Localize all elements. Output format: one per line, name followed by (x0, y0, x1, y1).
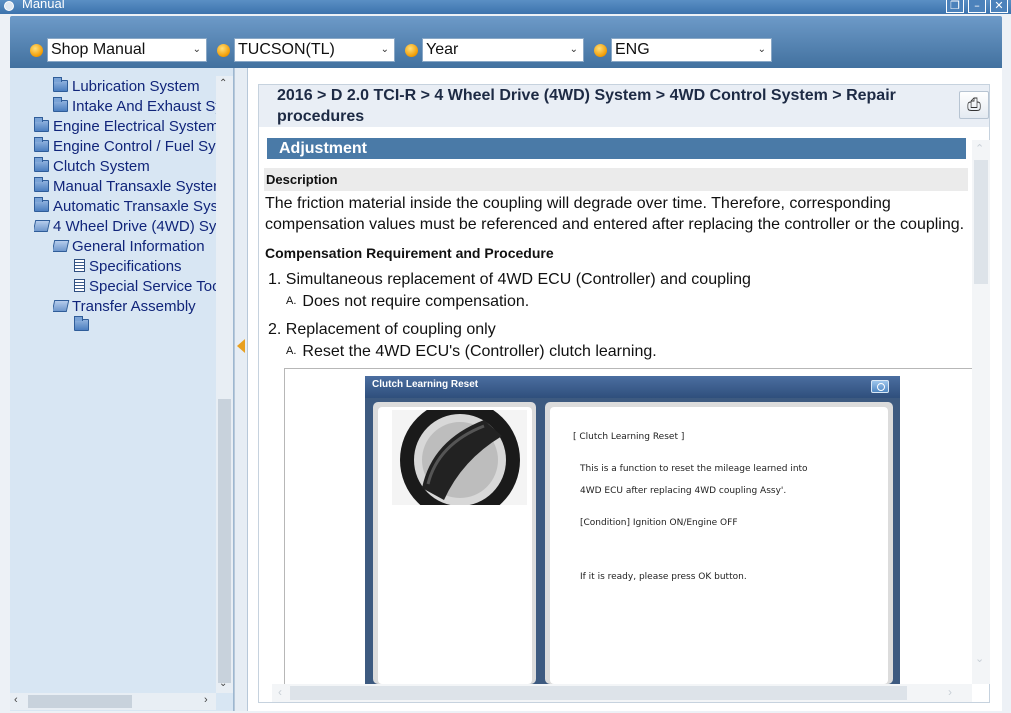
tree-item-automatic-transaxle[interactable]: Automatic Transaxle System (34, 197, 216, 217)
printer-icon: ⎙ (967, 95, 981, 114)
folder-icon (34, 177, 49, 192)
engine-select[interactable]: ENG ⌄ (611, 38, 772, 62)
document-icon (74, 259, 85, 272)
figure-window-title: Clutch Learning Reset (372, 379, 479, 390)
figure-heading: [ Clutch Learning Reset ] (573, 432, 685, 442)
figure-text-panel (545, 402, 893, 684)
scroll-up-icon[interactable]: ⌃ (975, 142, 984, 155)
app-icon (4, 1, 14, 11)
chevron-down-icon: ⌄ (192, 44, 201, 55)
figure-title-bar: Clutch Learning Reset (365, 376, 900, 398)
folder-icon (34, 137, 49, 152)
folder-open-icon (53, 240, 70, 252)
manual-type-value: Shop Manual (51, 41, 146, 58)
model-value: TUCSON(TL) (238, 41, 335, 58)
scroll-left-icon[interactable]: ‹ (278, 685, 282, 699)
collapse-arrow-icon[interactable] (237, 339, 245, 353)
substep-mark: A. (286, 345, 297, 357)
engine-value: ENG (615, 41, 650, 58)
restore-button[interactable]: ❐ (946, 0, 964, 13)
folder-icon (53, 77, 68, 92)
model-select[interactable]: TUCSON(TL) ⌄ (234, 38, 395, 62)
tree-horizontal-scrollbar[interactable]: ‹ › (10, 693, 216, 710)
step-2-substep: A. Reset the 4WD ECU's (Controller) clutc… (286, 343, 657, 361)
document-icon (74, 279, 85, 292)
procedure-heading: Compensation Requirement and Procedure (265, 245, 554, 261)
folder-icon (34, 157, 49, 172)
scroll-left-icon[interactable]: ‹ (14, 694, 18, 706)
minimize-button[interactable]: – (968, 0, 986, 13)
tree-hscroll-thumb[interactable] (28, 695, 132, 708)
tree-item-special-service-tools[interactable]: Special Service Tools (74, 277, 216, 297)
camera-icon (871, 380, 889, 393)
step-number: 1. (268, 271, 282, 288)
tree-item-general-information[interactable]: General Information (53, 237, 216, 257)
tree-item-engine-electrical[interactable]: Engine Electrical System (34, 117, 216, 137)
scroll-right-icon[interactable]: › (948, 685, 952, 699)
folder-open-icon (53, 300, 70, 312)
content-scroll-thumb[interactable] (974, 160, 988, 284)
breadcrumb-text: 2016 > D 2.0 TCI-R > 4 Wheel Drive (4WD)… (277, 87, 896, 125)
ignition-switch-photo (392, 410, 527, 505)
description-heading: Description (264, 168, 968, 191)
year-select[interactable]: Year ⌄ (422, 38, 584, 62)
tree-item-engine-control[interactable]: Engine Control / Fuel System (34, 137, 216, 157)
year-dot-icon (405, 44, 418, 57)
step-text: Simultaneous replacement of 4WD ECU (Con… (285, 271, 751, 288)
figure-line-1: This is a function to reset the mileage … (580, 464, 808, 474)
folder-icon (74, 316, 89, 331)
tree-item-unnamed-folder[interactable] (74, 316, 216, 336)
print-button[interactable]: ⎙ (959, 91, 989, 119)
section-title: Adjustment (279, 140, 367, 157)
scroll-right-icon[interactable]: › (204, 694, 208, 706)
folder-open-icon (34, 220, 51, 232)
substep-mark: A. (286, 295, 297, 307)
folder-icon (34, 117, 49, 132)
tree-item-manual-transaxle[interactable]: Manual Transaxle System (34, 177, 216, 197)
chevron-down-icon: ⌄ (380, 44, 389, 55)
substep-text: Reset the 4WD ECU's (Controller) clutch … (302, 343, 657, 360)
manual-type-select[interactable]: Shop Manual ⌄ (47, 38, 207, 62)
folder-icon (53, 97, 68, 112)
close-button[interactable]: ✕ (990, 0, 1008, 13)
step-number: 2. (268, 321, 282, 338)
year-value: Year (426, 41, 459, 58)
chevron-down-icon: ⌄ (757, 44, 766, 55)
tree-item-lubrication-system[interactable]: Lubrication System (53, 77, 216, 97)
scroll-up-icon[interactable]: ⌃ (219, 78, 227, 89)
manual-type-dot-icon (30, 44, 43, 57)
content-hscroll-thumb[interactable] (290, 686, 907, 700)
model-dot-icon (217, 44, 230, 57)
tree-item-transfer-assembly[interactable]: Transfer Assembly (53, 297, 216, 317)
engine-dot-icon (594, 44, 607, 57)
figure-prompt: If it is ready, please press OK button. (580, 572, 747, 582)
tree-item-specifications[interactable]: Specifications (74, 257, 216, 277)
substep-text: Does not require compensation. (302, 293, 530, 310)
breadcrumb: 2016 > D 2.0 TCI-R > 4 Wheel Drive (4WD)… (259, 85, 989, 127)
description-text: The friction material inside the couplin… (265, 195, 965, 233)
tree-item-intake-exhaust[interactable]: Intake And Exhaust System (53, 97, 216, 117)
window-title: Manual (22, 0, 65, 11)
step-1-substep: A. Does not require compensation. (286, 293, 529, 311)
section-header: Adjustment (267, 138, 966, 159)
diagnostic-screenshot-figure: Clutch Learning Reset [ Clutch Learning … (365, 376, 900, 684)
figure-line-2: 4WD ECU after replacing 4WD coupling Ass… (580, 486, 787, 496)
figure-condition: [Condition] Ignition ON/Engine OFF (580, 518, 738, 528)
tree-item-clutch-system[interactable]: Clutch System (34, 157, 216, 177)
tree-scroll-thumb[interactable] (218, 399, 231, 683)
panel-splitter[interactable] (234, 68, 248, 711)
scroll-down-icon[interactable]: ⌄ (975, 652, 984, 665)
content-horizontal-scrollbar[interactable]: ‹ › (272, 684, 972, 702)
content-vertical-scrollbar[interactable]: ⌃ ⌄ (972, 140, 990, 684)
step-text: Replacement of coupling only (285, 321, 496, 338)
folder-icon (34, 197, 49, 212)
window-title-bar: Manual ❐ – ✕ (0, 0, 1011, 14)
scroll-down-icon[interactable]: ⌄ (219, 678, 227, 689)
step-1: 1. Simultaneous replacement of 4WD ECU (… (268, 271, 751, 289)
chevron-down-icon: ⌄ (569, 44, 578, 55)
step-2: 2. Replacement of coupling only (268, 321, 496, 339)
tree-item-4wd-system[interactable]: 4 Wheel Drive (4WD) System (34, 217, 216, 237)
tree-vertical-scrollbar[interactable]: ⌃ ⌄ (216, 76, 233, 693)
